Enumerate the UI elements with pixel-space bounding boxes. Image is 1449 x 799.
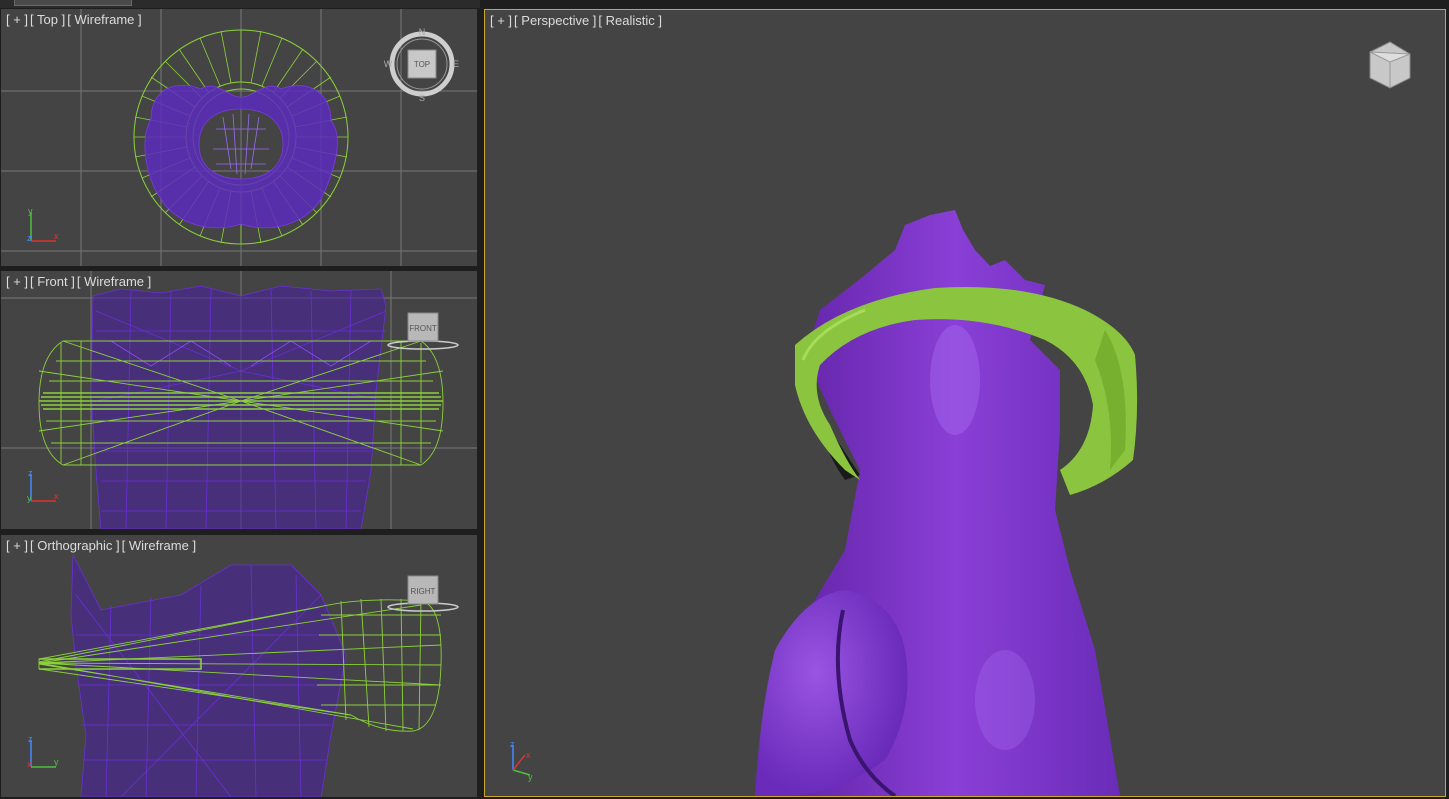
svg-text:z: z <box>28 734 33 744</box>
front-wireframe-scene: FRONT z x y <box>1 271 477 529</box>
viewport-label-perspective[interactable]: [ + ][ Perspective ][ Realistic ] <box>490 13 664 28</box>
svg-text:y: y <box>28 206 33 216</box>
viewport-label-top[interactable]: [ + ][ Top ][ Wireframe ] <box>6 12 144 27</box>
viewport-top[interactable]: TOP N S E W y x z [ + ][ Top ][ Wirefram… <box>1 9 477 266</box>
axis-tripod: y x z <box>27 206 59 243</box>
perspective-viewcube[interactable] <box>1369 41 1411 89</box>
right-viewcube[interactable]: RIGHT <box>387 575 459 612</box>
axis-tripod: z x y <box>27 468 59 503</box>
svg-text:x: x <box>54 231 59 241</box>
compass-n: N <box>419 27 426 37</box>
viewport-front[interactable]: FRONT z x y [ + ][ Front ][ Wireframe ] <box>1 271 477 529</box>
svg-text:z: z <box>28 468 33 478</box>
svg-text:x: x <box>526 750 531 760</box>
body-mesh <box>90 285 387 529</box>
compass-s: S <box>419 93 425 103</box>
ortho-wireframe-scene: RIGHT z y x <box>27 554 459 797</box>
grid-lines <box>1 9 477 266</box>
svg-text:RIGHT: RIGHT <box>411 587 436 596</box>
svg-text:y: y <box>528 772 533 782</box>
compass-w: W <box>384 59 393 69</box>
compass-e: E <box>453 59 459 69</box>
svg-text:x: x <box>54 491 59 501</box>
svg-text:y: y <box>54 757 59 767</box>
axis-tripod: z y x <box>510 739 533 782</box>
viewport-label-orthographic[interactable]: [ + ][ Orthographic ][ Wireframe ] <box>6 538 198 553</box>
toolbar-tab[interactable] <box>14 0 132 6</box>
toolbar-strip <box>0 0 480 8</box>
svg-text:FRONT: FRONT <box>409 324 437 333</box>
svg-text:y: y <box>27 493 32 503</box>
axis-tripod: z y x <box>27 734 59 769</box>
viewport-perspective[interactable]: z y x [ + ][ Perspective ][ Realistic ] <box>484 9 1446 797</box>
top-wireframe-scene: TOP N S E W y x z <box>1 9 477 266</box>
svg-text:z: z <box>510 739 515 749</box>
perspective-realistic-scene: z y x <box>510 41 1411 796</box>
top-viewcube[interactable]: TOP N S E W <box>384 27 459 103</box>
svg-text:z: z <box>27 233 32 243</box>
viewport-label-front[interactable]: [ + ][ Front ][ Wireframe ] <box>6 274 153 289</box>
viewport-orthographic[interactable]: RIGHT z y x [ + ][ Orthographic ][ Wiref… <box>1 535 477 797</box>
svg-text:x: x <box>27 759 32 769</box>
front-viewcube[interactable]: FRONT <box>387 312 459 350</box>
svg-text:TOP: TOP <box>414 60 430 69</box>
